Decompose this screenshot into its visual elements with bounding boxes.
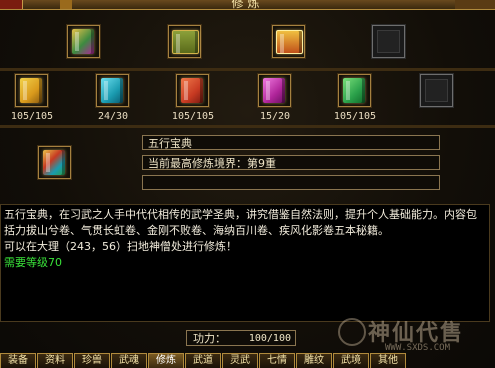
description-box: 五行宝典，在习武之人手中代代相传的武学圣典，讲究借鉴自然法则，提升个人基础能力。… [0, 204, 490, 322]
manual-count: 15/20 [259, 111, 291, 122]
manual-slot-purple[interactable] [257, 73, 292, 108]
tab-bar: 装备 资料 珍兽 武魂 修炼 武道 灵武 七情 雕纹 武境 其他 [0, 353, 495, 368]
manual-slot-green[interactable] [337, 73, 372, 108]
chest-icon [172, 30, 199, 54]
book-bundle-slot[interactable] [66, 24, 101, 59]
manual-cyan-icon [101, 78, 123, 103]
gold-chest-icon [276, 30, 303, 54]
watermark-site: WWW.SXDS.COM [385, 343, 451, 353]
tab-profile[interactable]: 资料 [37, 353, 73, 368]
manual-slot-gold[interactable] [14, 73, 49, 108]
tab-other[interactable]: 其他 [370, 353, 406, 368]
tab-martial-soul[interactable]: 武魂 [111, 353, 147, 368]
level-requirement: 需要等级70 [4, 256, 62, 269]
book-bundle-icon [72, 29, 94, 54]
tab-martial-realm[interactable]: 武境 [333, 353, 369, 368]
extra-field [142, 175, 440, 190]
location-text[interactable]: 可以在大理（243，56）扫地神僧处进行修炼！ [4, 239, 486, 255]
tab-seven-emotions[interactable]: 七情 [259, 353, 295, 368]
tab-pets[interactable]: 珍兽 [74, 353, 110, 368]
row-divider [0, 68, 495, 71]
manual-red-icon [181, 78, 203, 103]
power-field: 功力： 100/100 [186, 330, 296, 346]
selected-manual-slot[interactable] [37, 145, 72, 180]
watermark-logo-icon [338, 318, 366, 346]
manual-gold-icon [20, 78, 42, 103]
manual-count: 24/30 [97, 111, 129, 122]
empty-slot-top[interactable] [371, 24, 406, 59]
title-bar: 修炼 [0, 0, 495, 10]
gold-chest-slot[interactable] [271, 24, 306, 59]
power-value: 100/100 [248, 333, 291, 344]
tab-spirit-weapon[interactable]: 灵武 [222, 353, 258, 368]
realm-field: 当前最高修炼境界：第9重 [142, 155, 440, 170]
manual-count: 105/105 [333, 111, 377, 122]
manual-slot-red[interactable] [175, 73, 210, 108]
cultivation-panel: 修炼 105/105 24/30 105/105 15/20 105/105 五… [0, 0, 495, 368]
tab-carving[interactable]: 雕纹 [296, 353, 332, 368]
manual-green-icon [343, 78, 365, 103]
power-label: 功力： [193, 332, 226, 345]
manual-slot-cyan[interactable] [95, 73, 130, 108]
tab-cultivation[interactable]: 修炼 [148, 353, 184, 368]
window-title: 修炼 [231, 0, 264, 10]
selected-manual-icon [43, 150, 65, 175]
manual-purple-icon [263, 78, 285, 103]
manual-count: 105/105 [10, 111, 54, 122]
row-divider [0, 125, 495, 128]
tab-equipment[interactable]: 装备 [0, 353, 36, 368]
chest-slot[interactable] [167, 24, 202, 59]
manual-slot-empty[interactable] [419, 73, 454, 108]
description-text: 五行宝典，在习武之人手中代代相传的武学圣典，讲究借鉴自然法则，提升个人基础能力。… [4, 208, 477, 237]
tab-martial-way[interactable]: 武道 [185, 353, 221, 368]
manual-count: 105/105 [171, 111, 215, 122]
book-name-field: 五行宝典 [142, 135, 440, 150]
